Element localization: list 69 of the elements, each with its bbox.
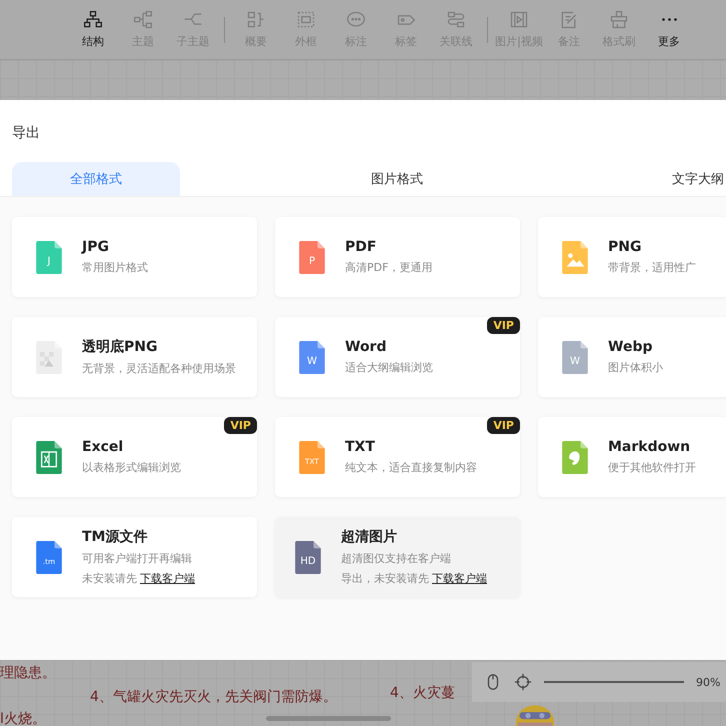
- vip-badge: VIP: [487, 317, 520, 334]
- file-icon: TXT: [299, 440, 325, 474]
- topic-icon: [133, 10, 153, 30]
- install-note: 未安装请先: [82, 571, 137, 586]
- toolbar-button[interactable]: 更多: [644, 10, 694, 49]
- format-description: 高清PDF，更通用: [345, 260, 432, 275]
- format-title: Word: [345, 339, 388, 355]
- download-link[interactable]: 下载客户端: [140, 571, 195, 586]
- format-description: 以表格形式编辑浏览: [82, 460, 181, 475]
- frame-icon: [296, 10, 316, 30]
- format-description: 纯文本，适合直接复制内容: [345, 460, 477, 475]
- format-card[interactable]: Excel 以表格形式编辑浏览 VIP: [12, 417, 257, 497]
- format-title: TM源文件: [82, 528, 148, 546]
- format-card[interactable]: TXT TXT 纯文本，适合直接复制内容 VIP: [275, 417, 520, 497]
- format-card[interactable]: .tm TM源文件 可用客户端打开再编辑 未安装请先 下载客户端: [12, 517, 257, 597]
- format-title: 透明底PNG: [82, 338, 158, 356]
- format-title: JPG: [82, 239, 110, 255]
- format-card[interactable]: P PDF 高清PDF，更通用: [275, 217, 520, 297]
- more-icon: [660, 17, 678, 22]
- format-description: 图片体积小: [608, 360, 663, 375]
- file-icon: HD: [295, 540, 321, 574]
- file-icon: P: [299, 240, 325, 274]
- format-title: Excel: [82, 439, 124, 455]
- format-card[interactable]: HD 超清图片 超清图仅支持在客户端 导出，未安装请先 下载客户端: [275, 517, 520, 597]
- format-card[interactable]: W Word 适合大纲编辑浏览 VIP: [275, 317, 520, 397]
- vip-badge: VIP: [487, 417, 520, 434]
- format-title: Webp: [608, 339, 654, 355]
- format-description: 超清图仅支持在客户端: [341, 551, 452, 566]
- canvas-text: l火烧。: [0, 710, 46, 726]
- tab[interactable]: 全部格式: [12, 162, 180, 196]
- format-description: 常用图片格式: [82, 260, 148, 275]
- file-icon: .tm: [36, 540, 62, 574]
- tab[interactable]: 图片格式: [313, 162, 481, 196]
- tab[interactable]: 文字大纲: [614, 162, 726, 196]
- canvas-text: 理隐患。: [0, 664, 56, 682]
- install-note: 导出，未安装请先: [341, 571, 429, 586]
- file-icon: J: [36, 240, 62, 274]
- file-icon: W: [562, 340, 588, 374]
- dialog-title: 导出: [11, 124, 41, 143]
- video-icon: [509, 10, 529, 30]
- format-description: 无背景，灵活适配各种使用场景: [82, 361, 236, 376]
- connector-icon: [446, 10, 466, 30]
- canvas-text: 4、火灾蔓: [390, 684, 455, 702]
- locate-icon[interactable]: [514, 673, 532, 691]
- format-description: 便于其他软件打开: [608, 460, 696, 475]
- note-icon: [559, 10, 579, 30]
- format-title: PNG: [608, 239, 642, 255]
- format-card[interactable]: 透明底PNG 无背景，灵活适配各种使用场景: [12, 317, 257, 397]
- file-icon: W: [299, 340, 325, 374]
- structure-icon: [83, 10, 103, 30]
- format-title: Markdown: [608, 439, 692, 455]
- zoom-value: 90%: [696, 676, 720, 688]
- format-description: 可用客户端打开再编辑: [82, 551, 193, 566]
- format-title: PDF: [345, 239, 378, 255]
- format-card[interactable]: W Webp 图片体积小: [538, 317, 726, 397]
- summary-icon: [246, 10, 266, 30]
- download-link[interactable]: 下载客户端: [432, 571, 487, 586]
- canvas-text: 4、气罐火灾先灭火，先关阀门需防爆。: [90, 688, 337, 706]
- format-description: 适合大纲编辑浏览: [345, 360, 433, 375]
- format-description: 带背景，适用性广: [608, 260, 696, 275]
- paint-brush-icon: [609, 10, 629, 30]
- format-title: TXT: [345, 439, 376, 455]
- format-card[interactable]: PNG 带背景，适用性广: [538, 217, 726, 297]
- scrollbar[interactable]: [266, 716, 391, 721]
- format-card[interactable]: J JPG 常用图片格式: [12, 217, 257, 297]
- toolbar-button[interactable]: 结构: [68, 10, 118, 49]
- vip-badge: VIP: [224, 417, 257, 434]
- format-card[interactable]: Markdown 便于其他软件打开: [538, 417, 726, 497]
- format-title: 超清图片: [341, 528, 398, 546]
